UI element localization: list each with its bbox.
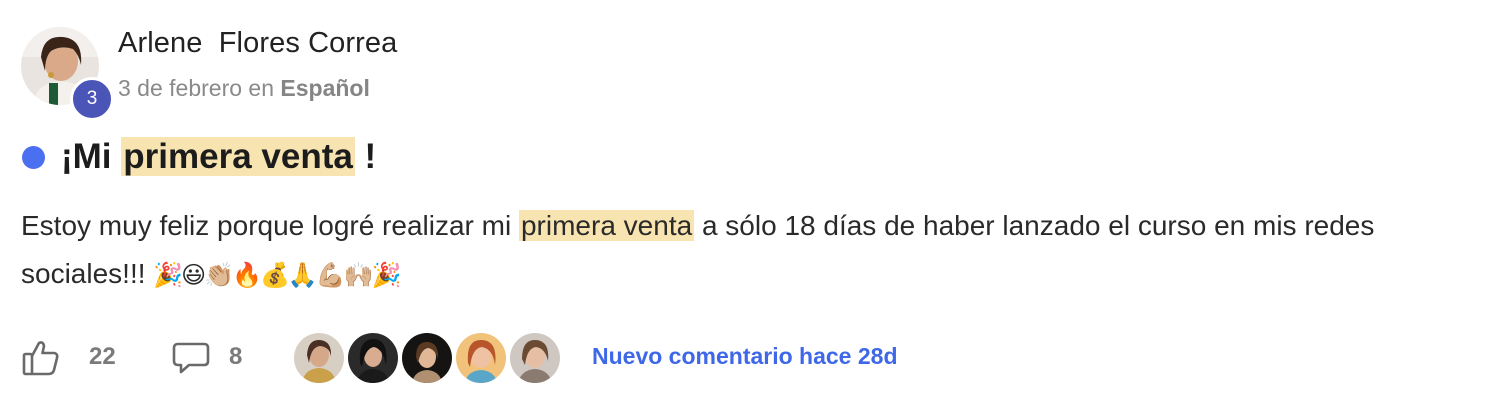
level-badge: 3 — [70, 77, 114, 121]
commenter-avatar[interactable] — [346, 331, 400, 385]
post-date: 3 de febrero — [118, 75, 243, 101]
post-title[interactable]: ¡Mi primera venta ! — [61, 137, 376, 177]
like-count: 22 — [89, 343, 116, 370]
commenter-avatars[interactable] — [292, 331, 592, 385]
post-footer: 22 8 Nuevo comentario hace 28d — [21, 330, 1021, 386]
meta-in-word: en — [248, 75, 275, 101]
community-post: 3 Arlene Flores Correa 3 de febrero en E… — [0, 0, 1498, 408]
thumbs-up-icon[interactable] — [21, 338, 61, 378]
title-highlight: primera venta — [121, 137, 355, 176]
commenter-avatar[interactable] — [400, 331, 454, 385]
new-comment-link[interactable]: Nuevo comentario hace 28d — [592, 343, 898, 370]
post-meta: 3 de febrero en Español — [118, 75, 370, 102]
commenter-avatar[interactable] — [508, 331, 562, 385]
speech-bubble-icon[interactable] — [171, 341, 211, 377]
unread-indicator — [22, 145, 45, 169]
post-category[interactable]: Español — [280, 75, 369, 101]
author-name[interactable]: Arlene Flores Correa — [118, 27, 397, 60]
commenter-avatar[interactable] — [292, 331, 346, 385]
commenter-avatar[interactable] — [454, 331, 508, 385]
author-avatar[interactable]: 3 — [21, 27, 114, 121]
title-prefix: ¡Mi — [61, 137, 122, 176]
body-prefix: Estoy muy feliz porque logré realizar mi — [21, 210, 519, 241]
body-highlight: primera venta — [518, 210, 695, 241]
post-title-row[interactable]: ¡Mi primera venta ! — [22, 132, 376, 182]
title-suffix: ! — [354, 137, 377, 176]
body-emojis: 🎉😃👏🏼🔥💰🙏💪🏼🙌🏼🎉 — [153, 261, 401, 289]
post-body: Estoy muy feliz porque logré realizar mi… — [21, 202, 1481, 299]
comment-count: 8 — [229, 343, 243, 370]
